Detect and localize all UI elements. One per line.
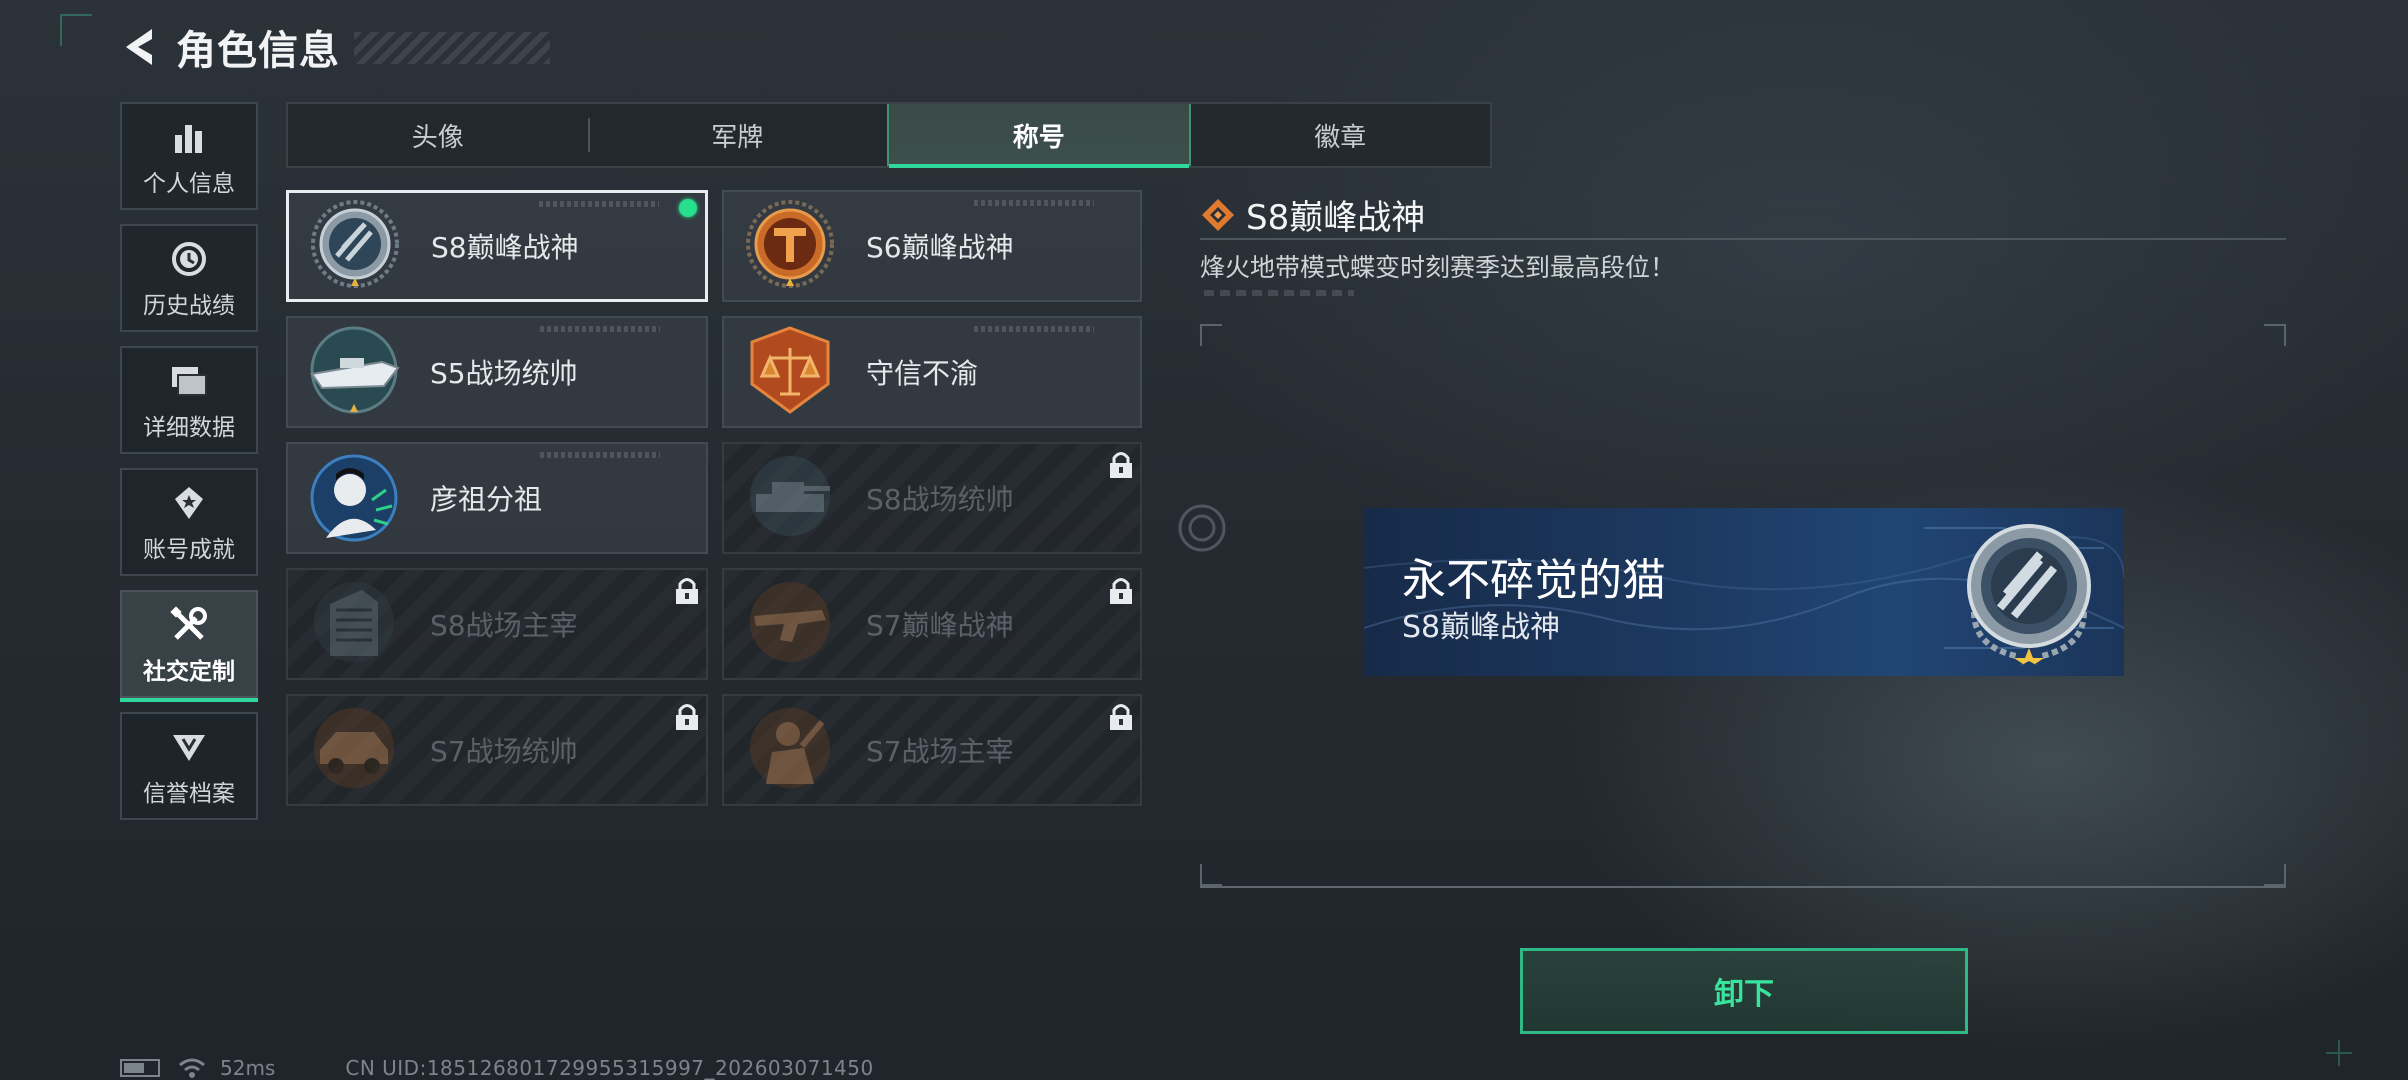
- title-name: S8战场统帅: [866, 483, 1014, 516]
- title-card-s6-peak[interactable]: S6巅峰战神: [722, 190, 1142, 302]
- title-card-s8-commander[interactable]: S8战场统帅: [722, 442, 1142, 554]
- ping-value: 52ms: [220, 1056, 276, 1080]
- nav-label: 社交定制: [143, 659, 235, 685]
- building-medal-icon: [314, 582, 394, 662]
- title-card-s7-peak[interactable]: S7巅峰战神: [722, 568, 1142, 680]
- gun-medal-icon: [750, 582, 830, 662]
- title-grid: S8巅峰战神 S6巅峰战神 S5战场统帅 守信不渝 彦祖分祖 S8战场统帅 S8…: [286, 190, 1142, 806]
- portrait-medal-icon: [310, 454, 398, 542]
- title-name: S6巅峰战神: [866, 231, 1014, 264]
- title-name: S7战场主宰: [866, 735, 1014, 768]
- nav-label: 详细数据: [143, 415, 235, 441]
- unequip-button[interactable]: 卸下: [1520, 948, 1968, 1034]
- title-card-s7-dominator[interactable]: S7战场主宰: [722, 694, 1142, 806]
- title-card-yanzu[interactable]: 彦祖分祖: [286, 442, 708, 554]
- tank-medal-icon: [750, 456, 830, 536]
- nav-item-detailed-data[interactable]: 详细数据: [120, 346, 258, 454]
- lock-icon: [1110, 452, 1132, 478]
- title-name: S8战场主宰: [430, 609, 578, 642]
- customization-tabs: 头像 军牌 称号 徽章: [286, 102, 1492, 168]
- nav-item-match-history[interactable]: 历史战绩: [120, 224, 258, 332]
- lock-icon: [676, 704, 698, 730]
- status-bar: 52ms CN UID:185126801729955315997_202603…: [120, 1056, 874, 1080]
- detail-title: S8巅峰战神: [1246, 198, 1426, 238]
- scales-medal-icon: [750, 326, 830, 414]
- lock-icon: [1110, 578, 1132, 604]
- title-name: S7巅峰战神: [866, 609, 1014, 642]
- card-decoration: [540, 452, 660, 458]
- nav-item-achievements[interactable]: 账号成就: [120, 468, 258, 576]
- corner-decoration: [60, 14, 92, 46]
- corner-decoration: [2326, 1040, 2352, 1066]
- card-decoration: [974, 200, 1094, 206]
- nav-label: 历史战绩: [143, 293, 235, 319]
- battery-icon: [120, 1059, 160, 1077]
- back-arrow-icon: [126, 29, 152, 65]
- title-name: 守信不渝: [866, 357, 979, 390]
- folder-icon: [170, 358, 208, 404]
- nav-label: 个人信息: [143, 171, 235, 197]
- detail-description: 烽火地带模式蝶变时刻赛季达到最高段位！: [1200, 253, 1676, 282]
- nav-item-social-customization[interactable]: 社交定制: [120, 590, 258, 702]
- title-name: S8巅峰战神: [431, 231, 579, 264]
- side-nav: 个人信息 历史战绩 详细数据 账号成就 社交定制 信誉档案: [120, 102, 258, 834]
- unequip-label: 卸下: [1714, 977, 1774, 1012]
- title-card-s7-commander[interactable]: S7战场统帅: [286, 694, 708, 806]
- title-card-trustworthy[interactable]: 守信不渝: [722, 316, 1142, 428]
- credit-icon: [171, 724, 207, 770]
- title-name: S5战场统帅: [430, 357, 578, 390]
- s8-stripes-medal-icon: [311, 200, 399, 288]
- tab-avatar[interactable]: 头像: [288, 104, 588, 166]
- s8-stripes-medal-icon: [1967, 524, 2091, 666]
- card-decoration: [974, 326, 1094, 332]
- detail-header: S8巅峰战神: [1200, 190, 1425, 239]
- uid-text: CN UID:185126801729955315997_20260307145…: [345, 1056, 874, 1080]
- title-card-s8-peak[interactable]: S8巅峰战神: [286, 190, 708, 302]
- target-ring-icon: [1178, 504, 1226, 552]
- clock-icon: [171, 236, 207, 282]
- preview-player-name: 永不碎觉的猫: [1402, 555, 1666, 606]
- title-card-s5-commander[interactable]: S5战场统帅: [286, 316, 708, 428]
- soldier-medal-icon: [750, 708, 830, 788]
- divider: [1200, 886, 2286, 888]
- nameplate-preview: 永不碎觉的猫 S8巅峰战神: [1364, 508, 2124, 676]
- title-card-s8-dominator[interactable]: S8战场主宰: [286, 568, 708, 680]
- nav-label: 账号成就: [143, 537, 235, 563]
- preview-title-name: S8巅峰战神: [1402, 610, 1561, 645]
- title-name: S7战场统帅: [430, 735, 578, 768]
- lock-icon: [1110, 704, 1132, 730]
- title-decoration: [354, 32, 550, 64]
- card-decoration: [540, 326, 660, 332]
- tab-title[interactable]: 称号: [887, 104, 1191, 168]
- bar-chart-icon: [171, 114, 207, 160]
- nav-item-credit-record[interactable]: 信誉档案: [120, 712, 258, 820]
- wifi-icon: [179, 1058, 205, 1078]
- vehicle-medal-icon: [314, 708, 394, 788]
- tab-dog-tag[interactable]: 军牌: [587, 104, 888, 166]
- header: 角色信息: [116, 22, 340, 74]
- back-button[interactable]: [116, 22, 160, 72]
- tab-badge[interactable]: 徽章: [1191, 104, 1491, 166]
- achievement-icon: [171, 480, 207, 526]
- lock-icon: [676, 578, 698, 604]
- diamond-icon: [1202, 198, 1234, 231]
- tools-icon: [170, 602, 208, 648]
- equipped-indicator: [679, 199, 697, 217]
- nav-item-personal-info[interactable]: 个人信息: [120, 102, 258, 210]
- description-decoration: [1204, 290, 1354, 296]
- title-name: 彦祖分祖: [430, 483, 543, 516]
- divider: [1200, 238, 2286, 240]
- nav-label: 信誉档案: [143, 781, 235, 807]
- page-title: 角色信息: [176, 28, 340, 74]
- s5-boat-medal-icon: [310, 326, 400, 414]
- card-decoration: [539, 201, 659, 207]
- s6-bronze-medal-icon: [746, 200, 834, 288]
